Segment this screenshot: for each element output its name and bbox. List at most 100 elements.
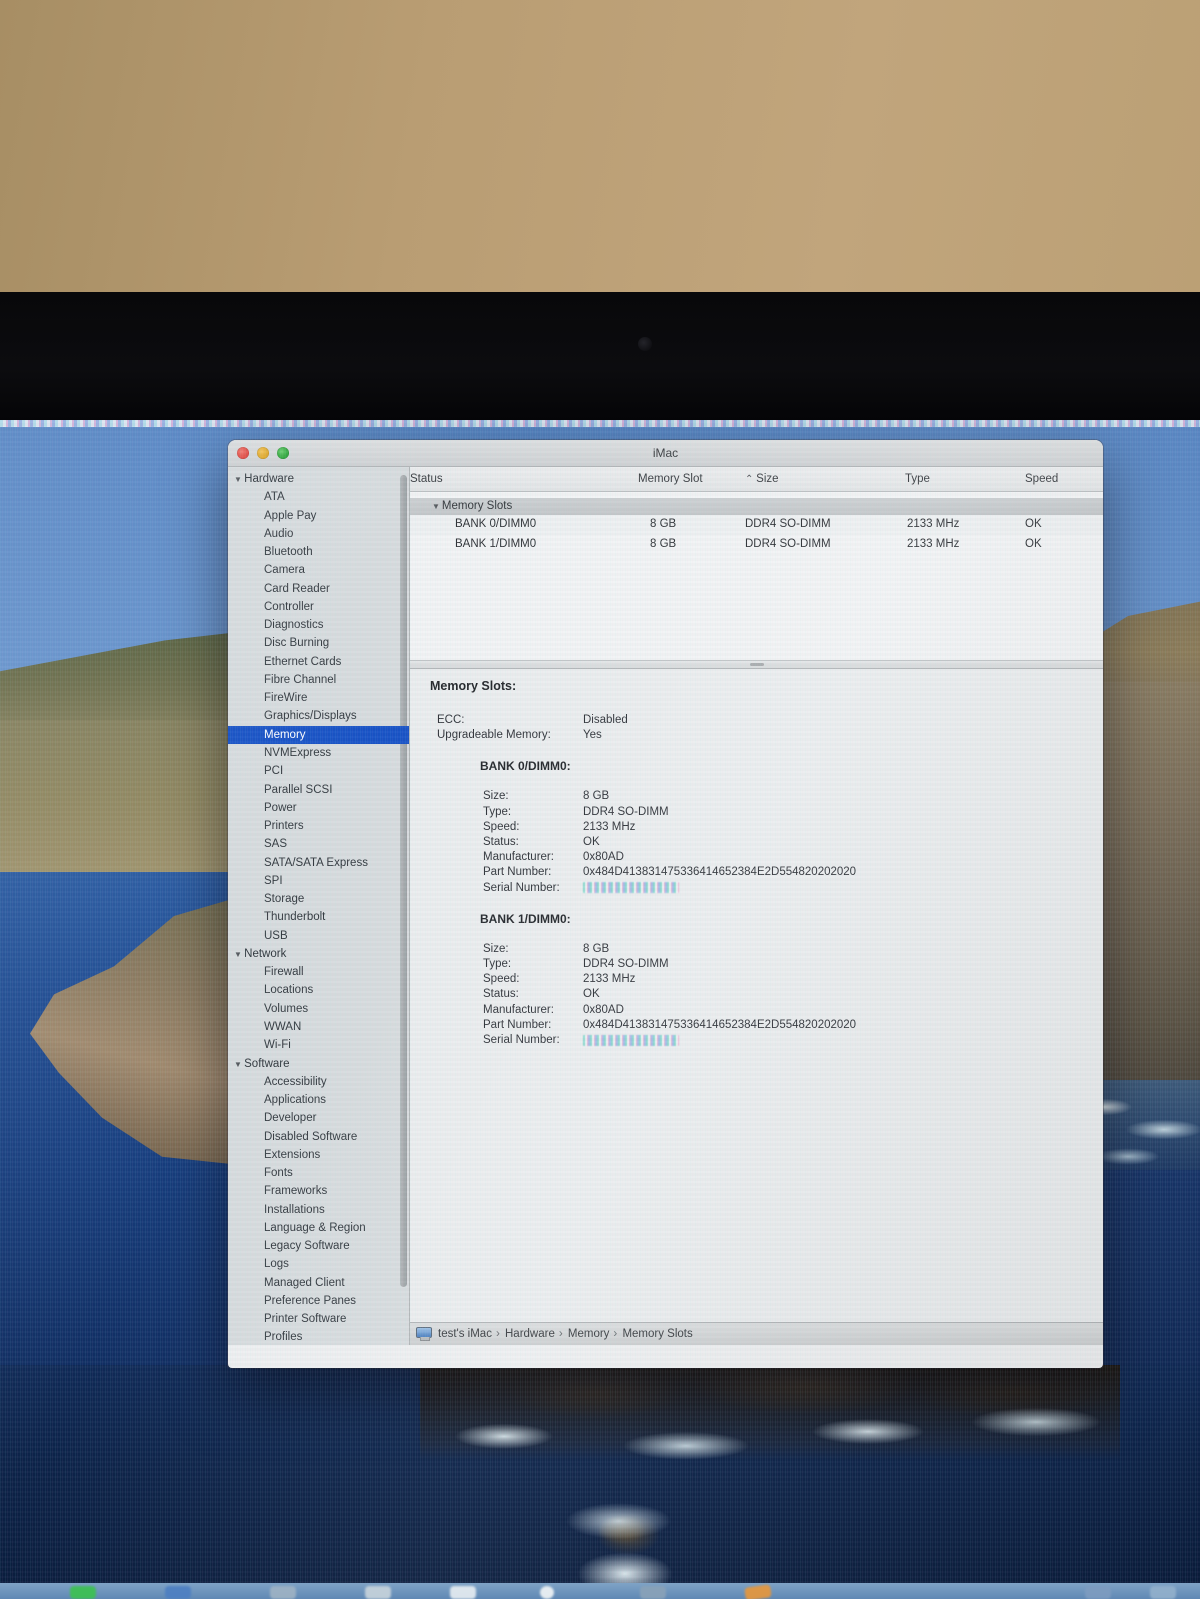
table-row[interactable]: BANK 1/DIMM0 8 GB DDR4 SO-DIMM 2133 MHz … xyxy=(410,535,1103,555)
sidebar-item[interactable]: Controller xyxy=(228,598,409,616)
sidebar-item[interactable]: Wi-Fi xyxy=(228,1036,409,1054)
system-information-window: iMac Hardware ATA xyxy=(228,440,1103,1368)
table-group-row[interactable]: ▼ Memory Slots xyxy=(410,498,1103,515)
breadcrumb-item[interactable]: Hardware xyxy=(496,1328,555,1340)
sidebar-item[interactable]: Graphics/Displays xyxy=(228,707,409,725)
dock-icon[interactable] xyxy=(270,1586,296,1599)
dock-icon[interactable] xyxy=(540,1586,554,1599)
sidebar-item[interactable]: Ethernet Cards xyxy=(228,653,409,671)
sidebar-item[interactable]: WWAN xyxy=(228,1018,409,1036)
sidebar-item[interactable]: Developer xyxy=(228,1109,409,1127)
sidebar-item[interactable]: Diagnostics xyxy=(228,616,409,634)
sidebar-item[interactable]: Installations xyxy=(228,1201,409,1219)
cell-size: 8 GB xyxy=(650,518,677,530)
sidebar-item[interactable]: Extensions xyxy=(228,1146,409,1164)
sidebar-item[interactable]: FireWire xyxy=(228,689,409,707)
dock-icon[interactable] xyxy=(1150,1586,1176,1599)
table-column-header[interactable]: Memory Slot xyxy=(638,467,703,491)
dock-icon[interactable] xyxy=(165,1586,191,1599)
path-bar: test's iMac Hardware Memory Memory Slots xyxy=(410,1322,1103,1345)
bank0-title: BANK 0/DIMM0: xyxy=(480,759,571,774)
breadcrumb-item[interactable]: Memory xyxy=(559,1328,610,1340)
sidebar-item[interactable]: Parallel SCSI xyxy=(228,781,409,799)
table-column-header[interactable]: Type xyxy=(905,467,930,491)
dock-icon[interactable] xyxy=(744,1584,772,1599)
sidebar-item[interactable]: Language & Region xyxy=(228,1219,409,1237)
table-column-header[interactable]: Speed xyxy=(1025,467,1058,491)
detail-label: Type: xyxy=(483,958,512,971)
sidebar-item[interactable]: Fonts xyxy=(228,1164,409,1182)
sidebar-item-label: Printers xyxy=(264,820,304,833)
sidebar-item[interactable]: Printer Software xyxy=(228,1310,409,1328)
sidebar-item-label: Card Reader xyxy=(264,582,330,595)
pane-splitter[interactable] xyxy=(410,660,1103,669)
sidebar-item[interactable]: NVMExpress xyxy=(228,744,409,762)
detail-value: 0x80AD xyxy=(583,851,624,864)
sidebar-item[interactable]: Thunderbolt xyxy=(228,908,409,926)
sidebar-item[interactable]: Software xyxy=(228,1055,409,1073)
dock-icon[interactable] xyxy=(365,1586,391,1599)
cell-speed: 2133 MHz xyxy=(907,537,960,550)
sidebar-item[interactable]: Preference Panes xyxy=(228,1292,409,1310)
detail-value: 0x80AD xyxy=(583,1003,624,1016)
sidebar-item[interactable]: Applications xyxy=(228,1091,409,1109)
sidebar-item[interactable]: Printers xyxy=(228,817,409,835)
dock-icon[interactable] xyxy=(450,1586,476,1599)
column-header-label: Memory Slot xyxy=(638,473,703,485)
splitter-grip-icon xyxy=(749,663,764,666)
sidebar-item[interactable]: USB xyxy=(228,927,409,945)
sidebar-item[interactable]: Card Reader xyxy=(228,580,409,598)
sidebar-item-label: Apple Pay xyxy=(264,509,317,522)
sidebar-item-label: Wi-Fi xyxy=(264,1039,291,1052)
sidebar-item[interactable]: ATA xyxy=(228,488,409,506)
sidebar-item[interactable]: Legacy Software xyxy=(228,1237,409,1255)
dock-icon[interactable] xyxy=(70,1586,96,1599)
category-sidebar: Hardware ATA Apple Pay Audio xyxy=(228,467,410,1345)
sidebar-item[interactable]: Bluetooth xyxy=(228,543,409,561)
detail-label: Part Number: xyxy=(483,1018,552,1031)
window-titlebar[interactable]: iMac xyxy=(228,440,1103,467)
sidebar-item[interactable]: Storage xyxy=(228,890,409,908)
sidebar-item[interactable]: Frameworks xyxy=(228,1182,409,1200)
sidebar-item[interactable]: Memory xyxy=(228,725,409,744)
detail-label: Size: xyxy=(483,942,509,955)
cell-size: 8 GB xyxy=(650,537,677,550)
dock-icon[interactable] xyxy=(640,1586,666,1599)
sidebar-item[interactable]: Hardware xyxy=(228,470,409,488)
sidebar-item[interactable]: SAS xyxy=(228,835,409,853)
sidebar-item[interactable]: Logs xyxy=(228,1255,409,1273)
sidebar-item[interactable]: Disc Burning xyxy=(228,634,409,652)
column-header-label: Size xyxy=(756,473,779,485)
sidebar-item[interactable]: Fibre Channel xyxy=(228,671,409,689)
sidebar-item[interactable]: Network xyxy=(228,945,409,963)
detail-row: Part Number: 0x484D413831475336414652384E… xyxy=(410,865,1103,880)
sidebar-item[interactable]: Profiles xyxy=(228,1328,409,1345)
dock-icon[interactable] xyxy=(1085,1586,1111,1599)
sidebar-item-label: Frameworks xyxy=(264,1185,328,1198)
sidebar-item[interactable]: Power xyxy=(228,799,409,817)
breadcrumb-item[interactable]: Memory Slots xyxy=(613,1328,692,1340)
sidebar-item[interactable]: Apple Pay xyxy=(228,507,409,525)
sidebar-item[interactable]: PCI xyxy=(228,762,409,780)
sidebar-item-label: Bluetooth xyxy=(264,546,313,559)
memory-slots-table: ▼ Memory Slots BANK 0/DIMM0 8 GB DDR4 SO-… xyxy=(410,492,1103,660)
dock-strip[interactable] xyxy=(0,1583,1200,1599)
table-column-header[interactable]: Size xyxy=(745,467,779,492)
sidebar-item[interactable]: Camera xyxy=(228,561,409,579)
sidebar-item[interactable]: Firewall xyxy=(228,963,409,981)
sidebar-item[interactable]: Managed Client xyxy=(228,1274,409,1292)
table-column-header[interactable]: Status xyxy=(410,467,443,491)
sidebar-item[interactable]: Accessibility xyxy=(228,1073,409,1091)
sidebar-item[interactable]: SPI xyxy=(228,872,409,890)
table-row[interactable]: BANK 0/DIMM0 8 GB DDR4 SO-DIMM 2133 MHz … xyxy=(410,515,1103,535)
sidebar-item[interactable]: SATA/SATA Express xyxy=(228,854,409,872)
breadcrumb-item[interactable]: test's iMac xyxy=(438,1328,492,1340)
detail-value: 0x484D413831475336414652384E2D5548202020… xyxy=(583,1018,857,1031)
sidebar-item[interactable]: Audio xyxy=(228,525,409,543)
sidebar-item[interactable]: Locations xyxy=(228,981,409,999)
sidebar-item[interactable]: Volumes xyxy=(228,1000,409,1018)
disclosure-triangle-icon[interactable]: ▼ xyxy=(432,502,440,511)
sidebar-item[interactable]: Disabled Software xyxy=(228,1128,409,1146)
sidebar-item-label: Hardware xyxy=(244,473,294,485)
column-header-label: Speed xyxy=(1025,473,1059,485)
